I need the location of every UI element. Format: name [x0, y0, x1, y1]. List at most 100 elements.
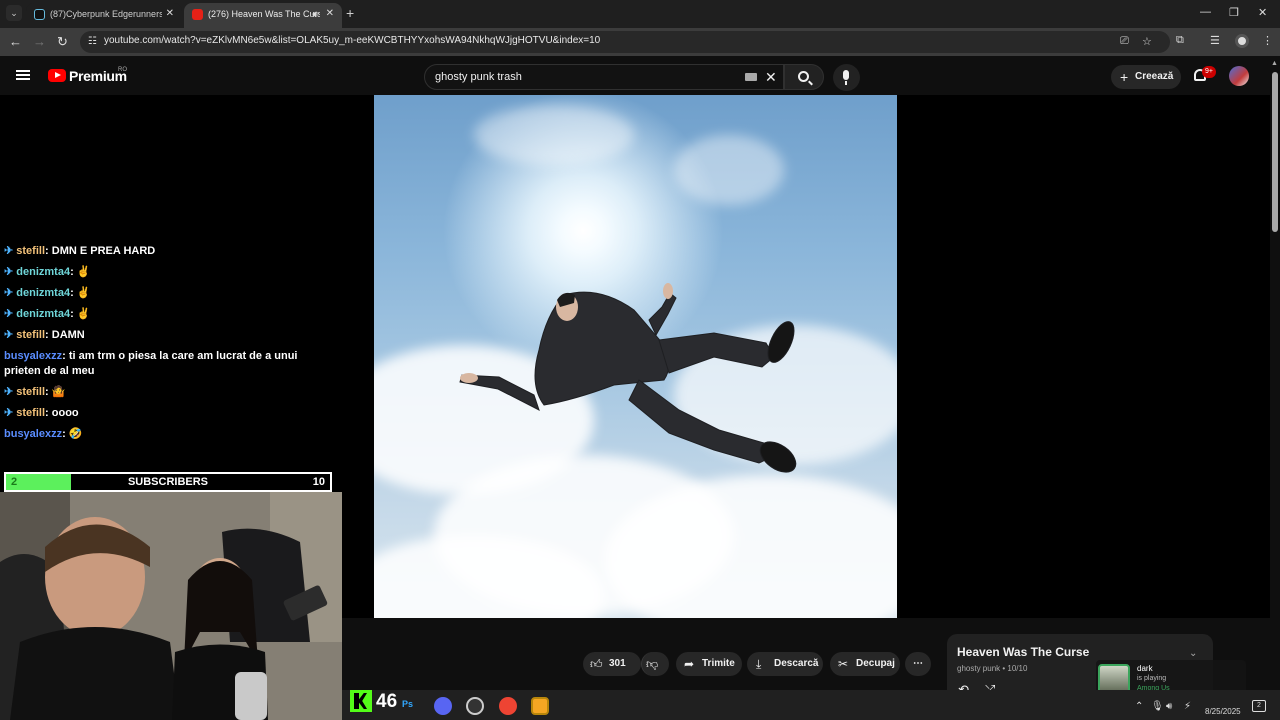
notification-center-icon[interactable]: 2: [1252, 700, 1266, 712]
tab-close-icon[interactable]: ✕: [166, 3, 174, 25]
chat-message: ✈︎ denizmta4: ✌: [4, 266, 91, 278]
keyboard-icon[interactable]: [745, 73, 757, 81]
browser-tab-cyberpunk[interactable]: (87)Cyberpunk Edgerunners: A ✕: [26, 3, 182, 28]
like-button[interactable]: 👍︎ 301: [583, 652, 641, 676]
youtube-masthead: Premium RO ghosty punk trash ✕ + Creează…: [0, 56, 1270, 96]
new-tab-button[interactable]: +: [346, 5, 354, 21]
volume-tray-icon[interactable]: 🔊︎: [1166, 701, 1172, 712]
discord-taskbar-icon[interactable]: [434, 697, 452, 715]
chat-message: ✈︎ denizmta4: ✌: [4, 287, 91, 299]
chat-message: ✈︎ stefill: DAMN: [4, 329, 85, 341]
youtube-favicon-icon: [192, 9, 203, 20]
extensions-icon[interactable]: ⧉: [1176, 34, 1184, 47]
share-arrow-icon: ➦: [684, 657, 695, 671]
photoshop-icon[interactable]: Ps: [402, 699, 413, 709]
youtube-logo-icon[interactable]: [48, 69, 66, 82]
browser-profile-icon[interactable]: [1235, 34, 1249, 48]
guide-menu-icon[interactable]: [16, 70, 30, 80]
share-button[interactable]: ➦ Trimite: [676, 652, 742, 676]
speaker-icon[interactable]: 🔊︎: [312, 3, 318, 25]
chat-message: busyalexzz: ti am trm o piesa la care am…: [4, 350, 298, 377]
more-icon: ⋯: [913, 658, 923, 669]
thumbs-up-icon: 👍︎: [590, 657, 603, 671]
browser-tab-bar: ⌄ (87)Cyberpunk Edgerunners: A ✕ (276) H…: [0, 0, 1280, 28]
thumbs-down-icon: 👎︎: [646, 657, 659, 671]
search-input[interactable]: ghosty punk trash: [435, 71, 522, 83]
chat-message: busyalexzz: 🤣: [4, 428, 83, 440]
download-icon: ⤓: [756, 657, 762, 671]
url-text: youtube.com/watch?v=eZKlvMN6e5w&list=OLA…: [104, 35, 601, 46]
discord-status: is playing: [1137, 675, 1167, 682]
download-button[interactable]: ⤓ Descarcă: [747, 652, 823, 676]
tab-search-button[interactable]: ⌄: [6, 5, 22, 21]
stream-chat-overlay: ✈︎ stefill: DMN E PREA HARD ✈︎ denizmta4…: [4, 244, 334, 448]
tray-chevron-up-icon[interactable]: ⌃: [1135, 701, 1143, 712]
chat-message: ✈︎ stefill: 🤷: [4, 386, 66, 398]
viewer-count: 46: [376, 691, 398, 712]
reload-icon[interactable]: ↻: [57, 34, 68, 50]
scissors-icon: ✂: [838, 657, 849, 671]
more-actions-button[interactable]: ⋯: [905, 652, 931, 676]
mic-tray-icon[interactable]: 🎙︎: [1151, 701, 1164, 712]
kick-logo-icon: [350, 690, 372, 712]
pin-icon: ✈︎: [4, 407, 14, 419]
screen: ⌄ (87)Cyberpunk Edgerunners: A ✕ (276) H…: [0, 0, 1280, 720]
pin-icon: ✈︎: [4, 245, 14, 257]
album-art-video-frame[interactable]: [374, 95, 897, 618]
search-icon: [798, 71, 809, 82]
search-box[interactable]: ghosty punk trash ✕: [424, 64, 784, 90]
pin-icon: ✈︎: [4, 308, 14, 320]
tab-close-icon[interactable]: ✕: [326, 3, 334, 25]
minimize-icon[interactable]: —: [1200, 6, 1211, 18]
playlist-title[interactable]: Heaven Was The Curse: [957, 645, 1089, 659]
pin-icon: ✈︎: [4, 266, 14, 278]
create-label: Creează: [1135, 71, 1174, 82]
page-scrollbar[interactable]: ▲: [1270, 56, 1280, 688]
scrollbar-thumb[interactable]: [1272, 72, 1278, 232]
dislike-button[interactable]: 👎︎: [641, 652, 669, 676]
chat-message: ✈︎ denizmta4: ✌: [4, 308, 91, 320]
like-count: 301: [609, 658, 626, 669]
network-tray-icon[interactable]: ⚡︎: [1184, 701, 1191, 712]
back-arrow-icon[interactable]: ←: [9, 34, 22, 49]
playlist-artist-position: ghosty punk • 10/10: [957, 664, 1028, 673]
subscriber-label: SUBSCRIBERS: [127, 476, 209, 488]
clip-button[interactable]: ✂ Decupaj: [830, 652, 900, 676]
tab-title: (87)Cyberpunk Edgerunners: A: [50, 9, 162, 19]
create-button[interactable]: + Creează: [1111, 65, 1181, 89]
share-label: Trimite: [702, 658, 735, 669]
site-info-icon[interactable]: ☷: [88, 36, 97, 47]
chevron-down-icon[interactable]: ⌄: [1189, 648, 1197, 659]
browser-menu-icon[interactable]: ⋮: [1262, 34, 1273, 47]
tab-title: (276) Heaven Was The Curs: [208, 9, 320, 19]
pin-icon: ✈︎: [4, 329, 14, 341]
rockstar-taskbar-icon[interactable]: [531, 697, 549, 715]
install-app-icon[interactable]: ⎚: [1120, 35, 1129, 48]
pin-icon: ✈︎: [4, 386, 14, 398]
clear-search-icon[interactable]: ✕: [765, 69, 777, 86]
streamer-webcam: [0, 492, 342, 720]
forward-arrow-icon[interactable]: →: [33, 34, 46, 49]
voice-search-mic-icon[interactable]: [833, 64, 860, 91]
taskbar-date[interactable]: 8/25/2025: [1205, 707, 1241, 716]
discord-username: dark: [1137, 664, 1153, 673]
clip-label: Decupaj: [856, 658, 895, 669]
subscriber-goal: 10: [312, 476, 325, 488]
webcam-feed-icon: [0, 492, 342, 720]
falling-man-figure-icon: [459, 283, 797, 473]
address-bar[interactable]: ☷ youtube.com/watch?v=eZKlvMN6e5w&list=O…: [80, 31, 1170, 53]
account-avatar[interactable]: [1229, 66, 1249, 86]
obs-taskbar-icon[interactable]: [466, 697, 484, 715]
download-label: Descarcă: [774, 658, 819, 669]
browser-nav-bar: ← → ↻ ☷ youtube.com/watch?v=eZKlvMN6e5w&…: [0, 28, 1280, 56]
search-button[interactable]: [784, 64, 824, 90]
media-controls-icon[interactable]: ☰: [1210, 34, 1220, 47]
notification-badge: 9+: [1202, 66, 1216, 78]
bookmark-star-icon[interactable]: ☆: [1142, 35, 1152, 48]
close-window-icon[interactable]: ✕: [1258, 6, 1267, 19]
browser-tab-youtube[interactable]: (276) Heaven Was The Curs 🔊︎ ✕: [184, 3, 342, 28]
plus-icon: +: [1120, 69, 1129, 85]
restore-icon[interactable]: ❐: [1229, 6, 1239, 19]
app-taskbar-icon[interactable]: [499, 697, 517, 715]
scroll-up-icon[interactable]: ▲: [1271, 60, 1278, 67]
